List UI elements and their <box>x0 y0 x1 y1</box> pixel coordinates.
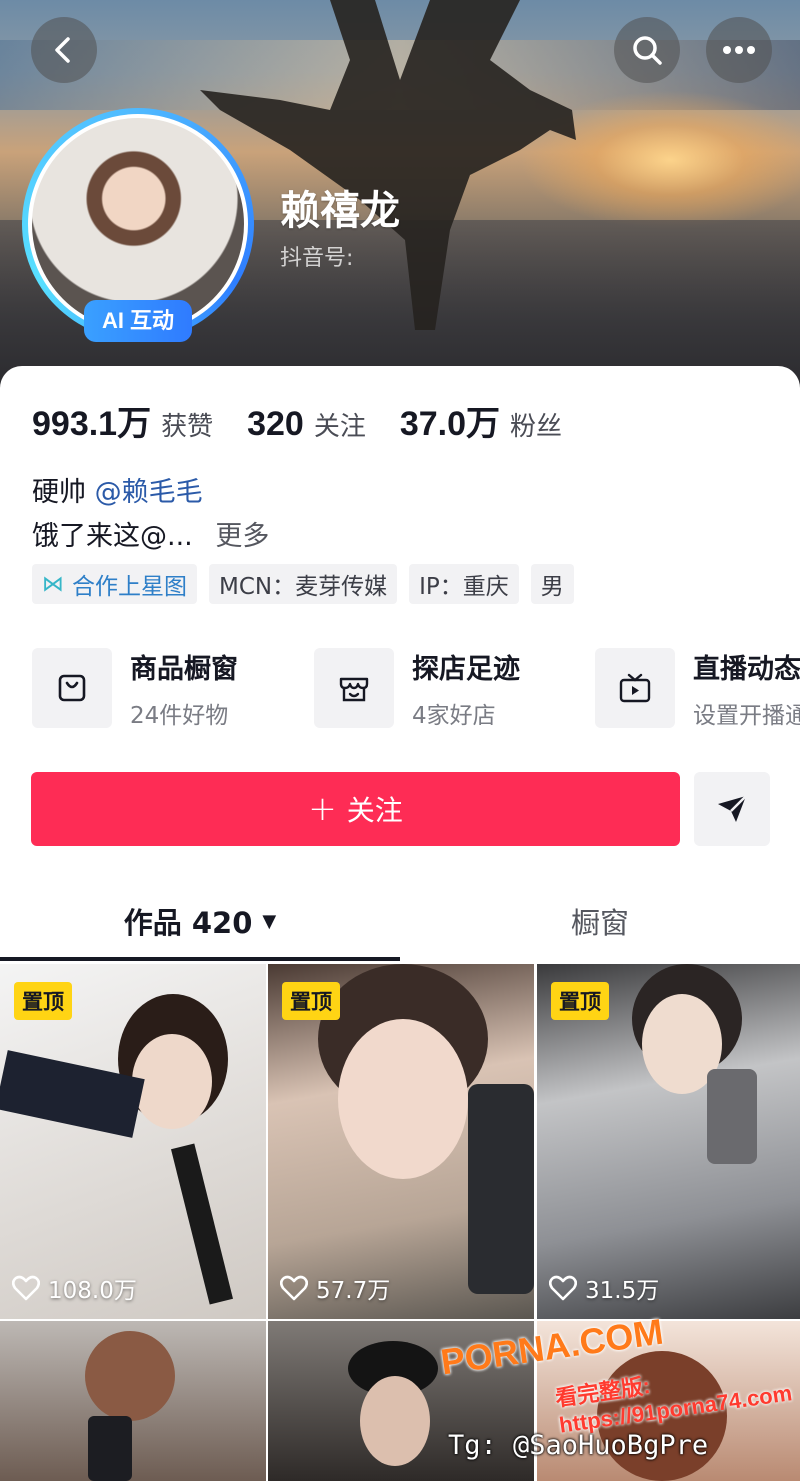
caret-down-icon: ▼ <box>262 910 277 932</box>
shortcut-shop-subtitle: 24件好物 <box>130 702 229 729</box>
search-button[interactable] <box>614 17 680 83</box>
shortcut-live-updates[interactable]: 直播动态 设置开播通 <box>595 648 800 728</box>
video-likes: 108.0万 <box>12 1271 137 1305</box>
video-likes: 31.5万 <box>549 1271 659 1305</box>
stat-following-value: 320 <box>247 405 304 443</box>
ai-interact-badge[interactable]: AI 互动 <box>84 300 192 342</box>
shortcut-shop-title: 商品橱窗 <box>130 653 238 685</box>
bio-more-link[interactable]: 更多 <box>215 521 269 552</box>
follow-label: 关注 <box>346 794 403 827</box>
tab-shop-label: 橱窗 <box>570 906 629 940</box>
shortcut-store-title: 探店足迹 <box>412 653 520 685</box>
heart-icon <box>549 1275 577 1301</box>
stat-following[interactable]: 320 关注 <box>247 405 366 444</box>
pinned-badge: 置顶 <box>14 982 72 1020</box>
shortcut-live-title: 直播动态 <box>693 653 800 685</box>
video-thumbnail-3[interactable]: 置顶 31.5万 <box>537 964 800 1319</box>
tag-mcn: MCN：麦芽传媒 <box>209 564 398 604</box>
shopping-bag-icon <box>32 648 112 728</box>
stat-followers-value: 37.0万 <box>399 405 501 443</box>
video-thumbnail-1[interactable]: 置顶 108.0万 <box>0 964 266 1319</box>
video-likes-count: 108.0万 <box>48 1278 137 1304</box>
tab-works[interactable]: 作品 420 ▼ <box>0 886 400 956</box>
tag-gender: 男 <box>530 564 574 604</box>
stat-likes[interactable]: 993.1万 获赞 <box>32 396 213 445</box>
video-likes-count: 31.5万 <box>585 1278 660 1304</box>
pinned-badge: 置顶 <box>282 982 340 1020</box>
bio-text-2: 饿了来这@... <box>32 521 193 552</box>
tag-star-map-label: 合作上星图 <box>72 574 187 600</box>
heart-icon <box>280 1275 308 1301</box>
back-button[interactable] <box>31 17 97 83</box>
tv-live-icon <box>595 648 675 728</box>
video-thumbnail-2[interactable]: 置顶 57.7万 <box>268 964 534 1319</box>
video-thumbnail-4[interactable] <box>0 1321 266 1481</box>
video-likes: 57.7万 <box>280 1271 390 1305</box>
profile-shortcuts: 商品橱窗 24件好物 探店足迹 4家好店 直播动态 设置开播通 <box>32 648 800 728</box>
stat-likes-label: 获赞 <box>161 412 214 442</box>
plus-icon: + <box>308 789 337 829</box>
eagle-silhouette <box>200 0 576 330</box>
watermark-tg-handle: Tg: @SaoHuoBgPre <box>448 1430 709 1461</box>
share-button[interactable] <box>694 772 770 846</box>
tag-ip-location: IP：重庆 <box>409 564 519 604</box>
shortcut-store-subtitle: 4家好店 <box>412 702 496 729</box>
profile-tags: ⋈ 合作上星图 MCN：麦芽传媒 IP：重庆 男 <box>32 564 586 604</box>
stat-following-label: 关注 <box>313 412 366 442</box>
stat-followers[interactable]: 37.0万 粉丝 <box>400 396 562 445</box>
star-map-icon: ⋈ <box>42 571 64 597</box>
thumb-phone <box>468 1084 534 1294</box>
profile-name: 赖禧龙 <box>280 188 400 234</box>
video-likes-count: 57.7万 <box>316 1278 391 1304</box>
thumb-phone <box>88 1416 132 1481</box>
thumb-hair <box>85 1331 175 1421</box>
thumb-tie <box>171 1143 233 1305</box>
shortcut-store-visits[interactable]: 探店足迹 4家好店 <box>314 648 520 728</box>
pinned-badge: 置顶 <box>551 982 609 1020</box>
thumb-face <box>360 1376 430 1466</box>
follow-button[interactable]: + 关注 <box>31 772 680 846</box>
profile-card: 993.1万 获赞 320 关注 37.0万 粉丝 硬帅 @赖毛毛 饿了来这@.… <box>0 366 800 1481</box>
tab-shop-window[interactable]: 橱窗 <box>400 886 800 956</box>
thumb-face <box>338 1019 468 1179</box>
content-tabs: 作品 420 ▼ 橱窗 <box>0 886 800 964</box>
stat-followers-label: 粉丝 <box>510 412 563 442</box>
more-dots-icon <box>723 46 755 54</box>
bio-mention-link[interactable]: @赖毛毛 <box>95 477 203 508</box>
search-icon <box>633 36 662 65</box>
bio-line-2: 饿了来这@... 更多 <box>32 514 269 553</box>
bio-line-1: 硬帅 @赖毛毛 <box>32 470 203 509</box>
heart-icon <box>12 1275 40 1301</box>
more-options-button[interactable] <box>706 17 772 83</box>
tab-works-label: 作品 420 <box>123 906 253 940</box>
profile-stats: 993.1万 获赞 320 关注 37.0万 粉丝 <box>32 396 596 445</box>
bio-text: 硬帅 <box>32 477 86 508</box>
send-arrow-icon <box>718 795 747 822</box>
tab-active-indicator <box>0 957 400 961</box>
tag-star-map[interactable]: ⋈ 合作上星图 <box>32 564 197 604</box>
douyin-id: 抖音号: <box>280 246 354 271</box>
shortcut-shop-window[interactable]: 商品橱窗 24件好物 <box>32 648 238 728</box>
stat-likes-value: 993.1万 <box>32 405 152 443</box>
profile-banner: AI 互动 赖禧龙 抖音号: <box>0 0 800 400</box>
thumb-phone <box>707 1069 757 1164</box>
store-icon <box>314 648 394 728</box>
chevron-left-icon <box>55 37 70 63</box>
shortcut-live-subtitle: 设置开播通 <box>693 702 800 729</box>
